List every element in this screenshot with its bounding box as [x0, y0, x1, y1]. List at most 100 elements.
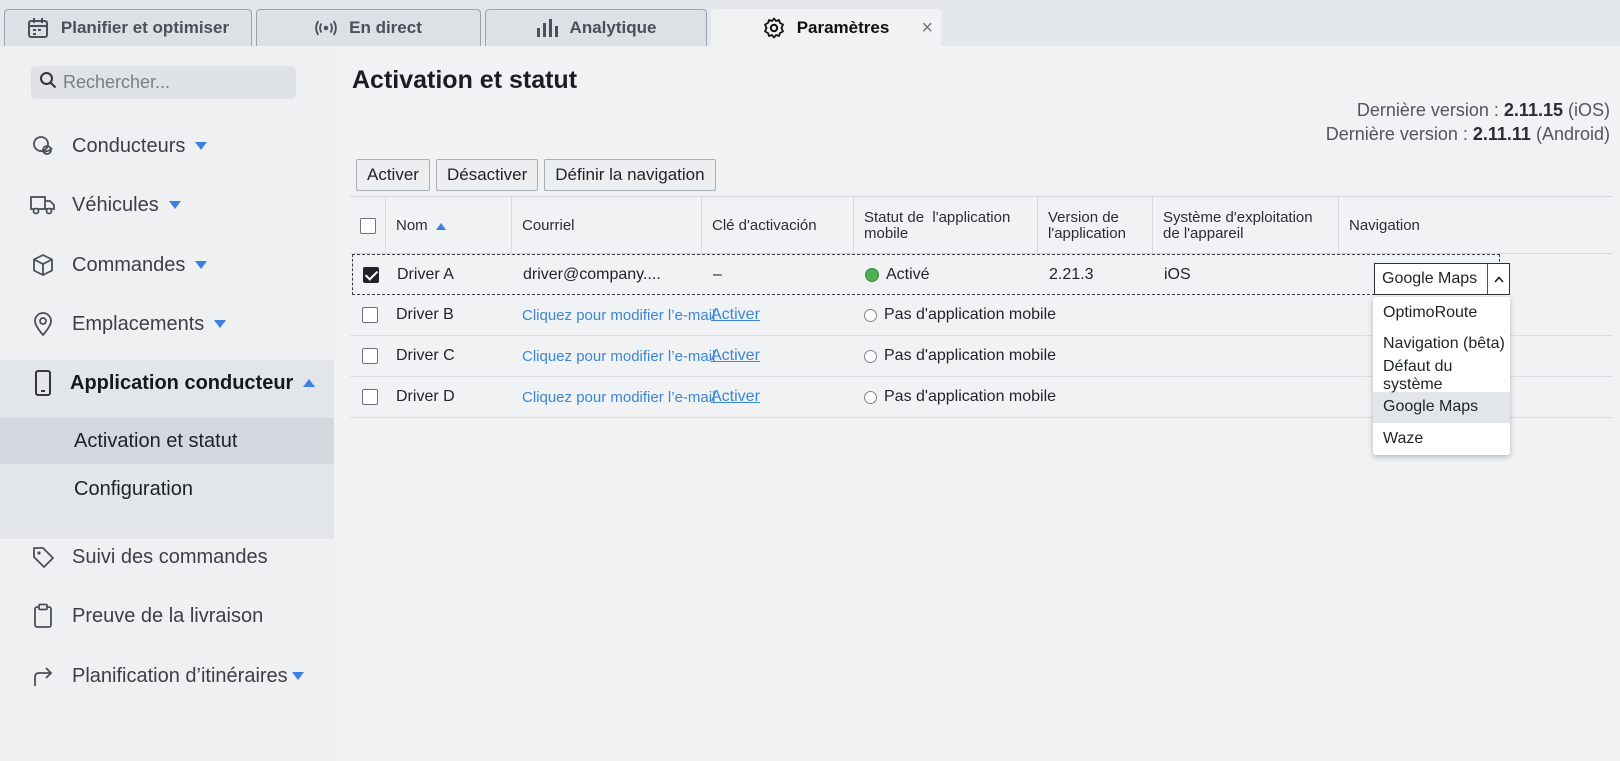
version-prefix: Dernière version :	[1356, 100, 1499, 120]
sidebar-item-label: Conducteurs	[72, 134, 186, 157]
sidebar-subitem-configuration[interactable]: Configuration	[0, 466, 334, 512]
header-label: de l'appareil	[1163, 225, 1244, 242]
cell-os: iOS	[1164, 266, 1191, 283]
sidebar-item-vehicules[interactable]: Véhicules	[0, 185, 334, 225]
cell-name: Driver D	[396, 388, 455, 405]
tab-label: Analytique	[569, 18, 657, 37]
row-checkbox-cell	[362, 295, 378, 335]
header-label: l'application	[1048, 225, 1126, 242]
activate-link[interactable]: Activer	[711, 377, 760, 417]
toolbar: Activer Désactiver Définir la navigation	[356, 159, 716, 191]
sidebar-item-preuve-livraison[interactable]: Preuve de la livraison	[0, 596, 334, 636]
route-arrow-icon	[30, 663, 56, 689]
row-checkbox[interactable]	[362, 348, 378, 364]
search-input[interactable]	[63, 72, 283, 93]
sidebar: Conducteurs Véhicules Commandes Emplacem…	[0, 46, 334, 761]
tab-planifier[interactable]: Planifier et optimiser	[4, 9, 252, 46]
location-pin-icon	[30, 311, 56, 337]
sidebar-item-label: Suivi des commandes	[72, 545, 268, 568]
version-number: 2.11.11	[1472, 124, 1531, 144]
sidebar-item-application-conducteur[interactable]: Application conducteur	[0, 363, 334, 403]
close-icon[interactable]: ×	[921, 17, 933, 40]
status-text: Activé	[886, 266, 930, 283]
tag-icon	[30, 544, 56, 570]
version-prefix: Dernière version :	[1325, 124, 1468, 144]
row-checkbox[interactable]	[362, 389, 378, 405]
header-label: Nom	[396, 217, 428, 234]
navigation-option-selected[interactable]: Google Maps	[1373, 391, 1510, 423]
tab-parametres[interactable]: Paramètres ×	[711, 9, 941, 46]
navigation-select-value: Google Maps	[1382, 270, 1478, 287]
sidebar-item-label: Emplacements	[72, 312, 205, 335]
chevron-down-icon	[168, 201, 181, 210]
sort-asc-icon	[435, 222, 446, 230]
chevron-down-icon	[195, 142, 208, 151]
sidebar-item-emplacements[interactable]: Emplacements	[0, 304, 334, 344]
set-navigation-button[interactable]: Définir la navigation	[544, 159, 716, 191]
header-navigation: Navigation	[1349, 217, 1420, 234]
navigation-option[interactable]: Navigation (bêta)	[1373, 329, 1510, 361]
chevron-down-icon	[214, 320, 227, 329]
sidebar-item-commandes[interactable]: Commandes	[0, 245, 334, 285]
page-title: Activation et statut	[352, 66, 578, 94]
chevron-up-icon	[303, 379, 316, 388]
status-inactive-icon	[864, 390, 877, 404]
sidebar-subitem-activation[interactable]: Activation et statut	[0, 418, 334, 464]
edit-email-link[interactable]: Cliquez pour modifier l’e-mail	[522, 295, 715, 335]
header-app-status: Statut de l'application mobile	[854, 197, 1038, 255]
navigation-option[interactable]: OptimoRoute	[1373, 297, 1510, 329]
status-text: Pas d'application mobile	[884, 388, 1057, 405]
navigation-select[interactable]: Google Maps	[1374, 263, 1510, 295]
activate-button[interactable]: Activer	[356, 159, 430, 191]
version-os: (iOS)	[1568, 100, 1610, 120]
row-checkbox-cell	[363, 255, 379, 295]
row-checkbox-cell	[362, 377, 378, 417]
deactivate-button[interactable]: Désactiver	[435, 159, 539, 191]
status-active-icon	[865, 268, 879, 282]
version-ios: Dernière version : 2.11.15 (iOS)	[1357, 100, 1610, 121]
version-os: (Android)	[1535, 124, 1610, 144]
cell-name: Driver B	[396, 306, 454, 323]
sidebar-item-planification-itineraires[interactable]: Planification d’itinéraires	[0, 656, 334, 696]
version-android: Dernière version : 2.11.11 (Android)	[1326, 124, 1610, 145]
cell-status: Activé	[865, 255, 930, 295]
sidebar-item-label: Planification d’itinéraires	[72, 664, 288, 687]
tab-en-direct[interactable]: En direct	[256, 9, 481, 46]
header-name[interactable]: Nom	[386, 197, 512, 255]
sidebar-item-label: Commandes	[72, 253, 186, 276]
table-header: Nom Courriel Clé d'activación Statut de …	[350, 196, 1612, 255]
activate-link[interactable]: Activer	[711, 295, 760, 335]
sidebar-item-label: Preuve de la livraison	[72, 604, 264, 627]
table-row[interactable]: Driver A driver@company.... – Activé 2.2…	[352, 254, 1500, 295]
header-label: Version de	[1048, 209, 1119, 226]
edit-email-link[interactable]: Cliquez pour modifier l’e-mail	[522, 336, 715, 376]
chevron-down-icon	[195, 261, 208, 270]
navigation-option[interactable]: Défaut du système	[1373, 358, 1510, 393]
tab-label: En direct	[349, 18, 422, 37]
header-label: Système d'exploitation	[1163, 209, 1313, 226]
tab-analytique[interactable]: Analytique	[485, 9, 707, 46]
tab-label: Planifier et optimiser	[60, 18, 230, 37]
sidebar-item-suivi-commandes[interactable]: Suivi des commandes	[0, 537, 334, 577]
tab-bar: Planifier et optimiser En direct Analyti…	[0, 0, 1620, 46]
edit-email-link[interactable]: Cliquez pour modifier l’e-mail	[522, 377, 715, 417]
version-number: 2.11.15	[1503, 100, 1563, 120]
cell-email[interactable]: driver@company....	[523, 255, 661, 295]
status-inactive-icon	[864, 349, 877, 363]
broadcast-icon	[315, 17, 337, 39]
select-all-checkbox[interactable]	[359, 218, 376, 234]
row-checkbox[interactable]	[363, 267, 379, 283]
drivers-icon	[30, 133, 56, 159]
status-inactive-icon	[864, 308, 877, 322]
cell-status: Pas d'application mobile	[864, 295, 1056, 335]
activate-link[interactable]: Activer	[711, 336, 760, 376]
chevron-up-icon[interactable]	[1487, 264, 1509, 294]
bar-chart-icon	[536, 17, 558, 39]
navigation-option[interactable]: Waze	[1373, 423, 1510, 455]
search-box	[31, 66, 296, 99]
sidebar-item-conducteurs[interactable]: Conducteurs	[0, 126, 334, 166]
header-label: mobile	[864, 225, 909, 242]
row-checkbox[interactable]	[362, 307, 378, 323]
sidebar-item-label: Véhicules	[72, 193, 159, 216]
header-app-version: Version de l'application	[1038, 197, 1153, 255]
